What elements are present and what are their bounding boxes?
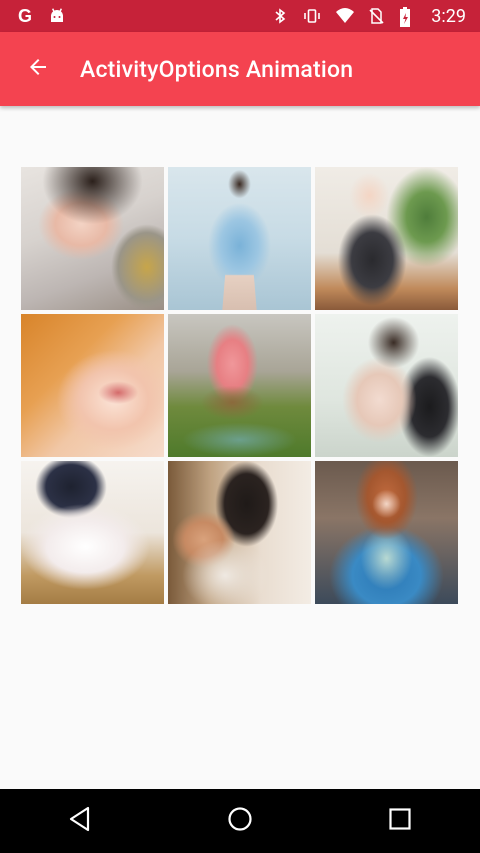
image-grid <box>21 167 458 604</box>
grid-photo-2[interactable] <box>168 167 311 310</box>
home-circle-icon <box>227 806 253 836</box>
nav-back-button[interactable] <box>50 791 110 851</box>
page-title: ActivityOptions Animation <box>80 55 354 83</box>
google-g-icon: G <box>18 5 33 26</box>
status-bar: G 3:29 <box>0 0 480 32</box>
grid-photo-5[interactable] <box>168 314 311 457</box>
nav-home-button[interactable] <box>210 791 270 851</box>
back-triangle-icon <box>68 806 92 836</box>
grid-photo-8[interactable] <box>168 461 311 604</box>
grid-photo-6[interactable] <box>315 314 458 457</box>
grid-photo-1[interactable] <box>21 167 164 310</box>
grid-photo-3[interactable] <box>315 167 458 310</box>
wifi-icon <box>335 7 355 25</box>
arrow-back-icon <box>26 55 50 83</box>
battery-icon <box>399 7 417 27</box>
app-bar: ActivityOptions Animation <box>0 32 480 106</box>
grid-photo-9[interactable] <box>315 461 458 604</box>
clock: 3:29 <box>431 5 466 27</box>
nav-recents-button[interactable] <box>370 791 430 851</box>
recents-square-icon <box>388 807 412 835</box>
grid-photo-7[interactable] <box>21 461 164 604</box>
no-sim-icon <box>367 7 385 25</box>
android-icon <box>48 7 66 25</box>
system-nav-bar <box>0 789 480 853</box>
back-button[interactable] <box>10 41 66 97</box>
vibrate-icon <box>303 7 321 25</box>
bluetooth-icon <box>271 7 289 25</box>
grid-photo-4[interactable] <box>21 314 164 457</box>
